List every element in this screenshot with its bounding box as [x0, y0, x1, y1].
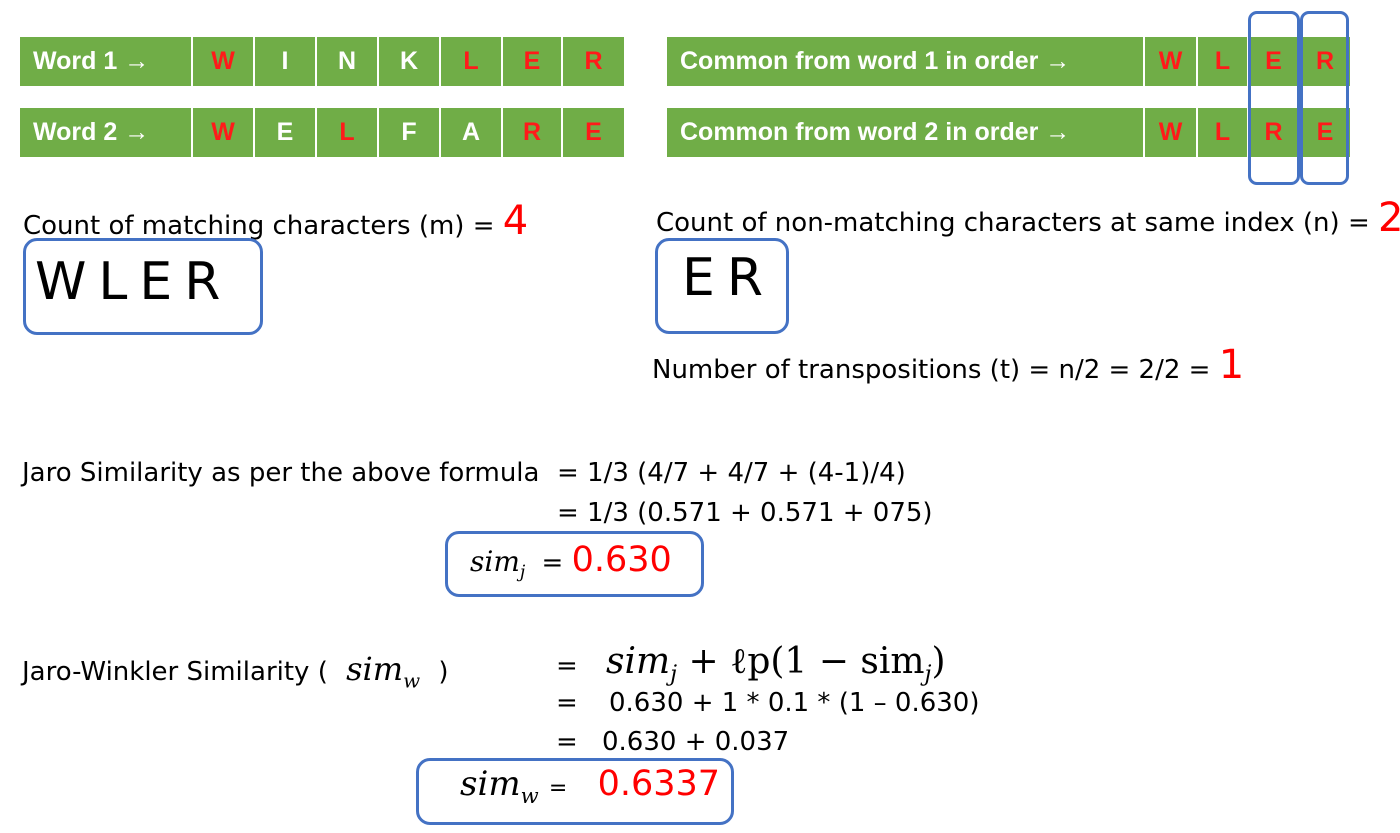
- winkler-line3: 0.630 + 0.037: [602, 727, 790, 757]
- word1-letter: K: [379, 37, 441, 86]
- nonmatching-chars: ER: [682, 248, 775, 308]
- word1-band: Word 1 → W I N K L E R: [20, 37, 624, 86]
- word1-letter: L: [441, 37, 503, 86]
- matching-chars-text: WLER: [35, 252, 233, 312]
- word1-label: Word 1 →: [20, 37, 193, 86]
- winkler-label-prefix: Jaro-Winkler Similarity (: [22, 657, 328, 687]
- jaro-symbol: simj: [470, 545, 525, 583]
- word1-letter: E: [503, 37, 563, 86]
- nonmatching-count-line: Count of non-matching characters at same…: [656, 195, 1400, 241]
- nonmatching-count-label: Count of non-matching characters at same…: [656, 208, 1378, 238]
- jaro-symbol-sub: j: [519, 562, 526, 583]
- transposition-column-box: [1248, 11, 1300, 185]
- word2-band: Word 2 → W E L F A R E: [20, 108, 624, 157]
- word2-letter: E: [255, 108, 317, 157]
- word2-letter: L: [317, 108, 379, 157]
- word1-letter: N: [317, 37, 379, 86]
- jaro-result-value: 0.630: [571, 540, 672, 580]
- matching-chars: WLER: [35, 252, 232, 312]
- transpositions-value: 1: [1218, 342, 1245, 388]
- common2-letter: L: [1198, 108, 1249, 157]
- word1-letter: I: [255, 37, 317, 86]
- winkler-result-symbol-text: sim: [460, 764, 521, 804]
- jaro-equals: =: [541, 548, 564, 578]
- jaro-line2: = 1/3 (0.571 + 0.571 + 075): [557, 498, 933, 528]
- winkler-formula-c: ): [931, 641, 946, 682]
- winkler-result-equals: =: [548, 776, 568, 801]
- transpositions-line: Number of transpositions (t) = n/2 = 2/2…: [652, 342, 1244, 388]
- jaro-symbol-text: sim: [470, 545, 520, 578]
- matching-count-label: Count of matching characters (m) =: [23, 211, 503, 241]
- winkler-formula: simj + ℓp(1 − simj): [606, 640, 945, 687]
- word2-letter: R: [503, 108, 563, 157]
- winkler-result-symbol: simw: [460, 764, 539, 808]
- common2-label: Common from word 2 in order →: [667, 108, 1145, 157]
- winkler-label-symbol: simw: [346, 650, 420, 692]
- transpositions-label: Number of transpositions (t) = n/2 = 2/2…: [652, 355, 1219, 385]
- winkler-result-value: 0.6337: [597, 764, 721, 804]
- winkler-symbol-text: sim: [346, 650, 404, 688]
- nonmatching-count-value: 2: [1378, 195, 1400, 241]
- word2-label: Word 2 →: [20, 108, 193, 157]
- winkler-formula-a: sim: [606, 641, 671, 682]
- word2-letter: E: [563, 108, 624, 157]
- common1-label: Common from word 1 in order →: [667, 37, 1145, 86]
- winkler-label: Jaro-Winkler Similarity ( simw ): [22, 650, 449, 692]
- common2-letter: W: [1145, 108, 1198, 157]
- winkler-eq2: =: [556, 688, 578, 718]
- jaro-label: Jaro Similarity as per the above formula: [22, 458, 540, 488]
- nonmatching-chars-text: ER: [682, 248, 775, 308]
- transposition-column-box: [1300, 11, 1349, 185]
- common1-letter: L: [1198, 37, 1249, 86]
- winkler-label-suffix: ): [438, 657, 449, 687]
- word2-letter: F: [379, 108, 441, 157]
- winkler-formula-a-sub: j: [670, 661, 678, 688]
- word2-letter: W: [193, 108, 255, 157]
- jaro-result-line: simj = 0.630: [470, 540, 672, 583]
- winkler-eq3: =: [556, 727, 578, 757]
- jaro-line1: = 1/3 (4/7 + 4/7 + (4-1)/4): [557, 458, 906, 488]
- winkler-result-line: simw = 0.6337: [460, 764, 720, 808]
- word1-letter: W: [193, 37, 255, 86]
- winkler-result-symbol-sub: w: [520, 782, 539, 808]
- matching-count-value: 4: [502, 198, 529, 244]
- common1-letter: W: [1145, 37, 1198, 86]
- winkler-formula-b: + ℓp(1 − sim: [677, 641, 925, 682]
- winkler-eq1: =: [556, 651, 578, 681]
- word2-letter: A: [441, 108, 503, 157]
- word1-letter: R: [563, 37, 624, 86]
- winkler-symbol-sub: w: [403, 669, 421, 693]
- winkler-line2: 0.630 + 1 * 0.1 * (1 – 0.630): [609, 688, 980, 718]
